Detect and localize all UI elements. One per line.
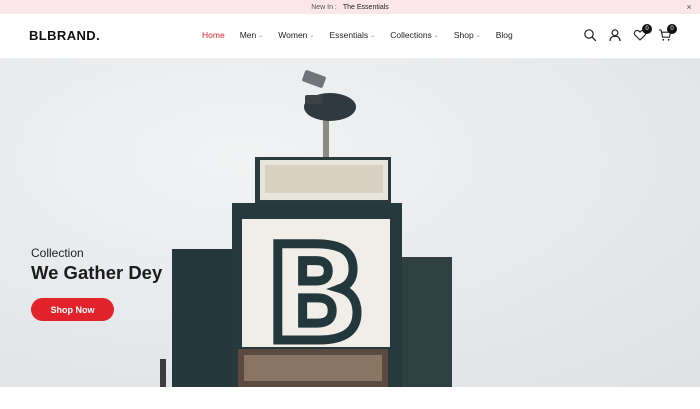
chevron-down-icon: ⌄: [370, 32, 376, 39]
nav-item-men[interactable]: Men ⌄: [240, 30, 264, 40]
announcement-bar: New In : The Essentials ×: [0, 0, 700, 14]
announcement-label: New In :: [311, 3, 337, 11]
nav-item-label: Essentials: [329, 30, 369, 40]
user-icon[interactable]: [608, 28, 622, 42]
nav-item-label: Women: [278, 30, 308, 40]
header-icons: 0 0: [572, 24, 677, 42]
chevron-down-icon: ⌄: [258, 32, 264, 39]
chevron-down-icon: ⌄: [309, 32, 315, 39]
below-hero-area: [0, 387, 700, 409]
wishlist-icon[interactable]: 0: [633, 24, 652, 42]
shop-now-button[interactable]: Shop Now: [31, 298, 114, 321]
hero-image: B: [0, 59, 700, 387]
brand-logo[interactable]: BLBRAND.: [29, 28, 100, 43]
nav-item-essentials[interactable]: Essentials ⌄: [329, 30, 375, 40]
wishlist-count-badge: 0: [642, 24, 652, 34]
nav-item-shop[interactable]: Shop ⌄: [454, 30, 481, 40]
cart-icon[interactable]: 0: [658, 24, 677, 42]
hero-subtitle: Collection: [31, 246, 84, 260]
nav-item-label: Blog: [495, 30, 513, 40]
site-header: BLBRAND. Home Men ⌄ Women ⌄ Essentials ⌄…: [0, 14, 700, 59]
nav-item-home[interactable]: Home: [202, 30, 225, 40]
announcement-link[interactable]: The Essentials: [343, 4, 389, 11]
nav-item-label: Collections: [390, 30, 432, 40]
nav-item-women[interactable]: Women ⌄: [278, 30, 314, 40]
chevron-down-icon: ⌄: [433, 32, 439, 39]
hero-banner: B Collection We Gather Dey Shop Now: [0, 59, 700, 387]
close-icon[interactable]: ×: [682, 0, 696, 14]
main-nav: Home Men ⌄ Women ⌄ Essentials ⌄ Collecti…: [202, 30, 528, 40]
hero-title: We Gather Dey: [31, 262, 163, 283]
nav-item-label: Shop: [453, 30, 474, 40]
sign-letter: B: [266, 218, 367, 372]
nav-item-collections[interactable]: Collections ⌄: [390, 30, 439, 40]
nav-item-blog[interactable]: Blog: [496, 30, 513, 40]
hero-text: Collection We Gather Dey: [31, 246, 162, 284]
nav-item-label: Home: [202, 30, 225, 40]
cart-count-badge: 0: [667, 24, 677, 34]
nav-item-label: Men: [239, 30, 257, 40]
chevron-down-icon: ⌄: [475, 32, 481, 39]
search-icon[interactable]: [583, 28, 597, 42]
